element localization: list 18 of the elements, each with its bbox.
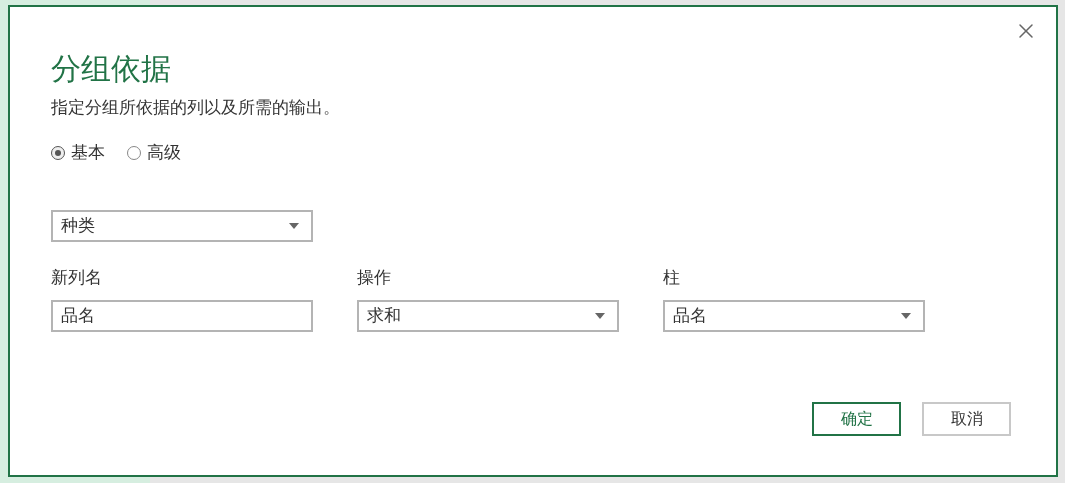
field-label: 新列名 <box>51 266 103 289</box>
caret-icon <box>289 222 299 229</box>
dropdown[interactable]: 品名 <box>663 299 925 332</box>
dropdown[interactable]: 种类 <box>51 209 313 242</box>
dialog-description: 指定分组所依据的列以及所需的输出。 <box>51 97 341 119</box>
ok-button[interactable]: 确定 <box>812 402 901 436</box>
field-label: 柱 <box>663 266 681 289</box>
caret-icon <box>901 312 911 319</box>
radio-label: 高级 <box>147 142 181 164</box>
input-field[interactable]: 品名 <box>51 299 313 332</box>
dialog-title: 分组依据 <box>51 51 172 87</box>
dropdown[interactable]: 求和 <box>357 299 619 332</box>
caret-icon <box>595 312 605 319</box>
radio-label: 基本 <box>71 142 105 164</box>
radio-button[interactable] <box>127 145 141 160</box>
radio-button[interactable] <box>51 145 65 160</box>
cancel-button[interactable]: 取消 <box>922 402 1011 436</box>
field-label: 操作 <box>357 266 392 289</box>
